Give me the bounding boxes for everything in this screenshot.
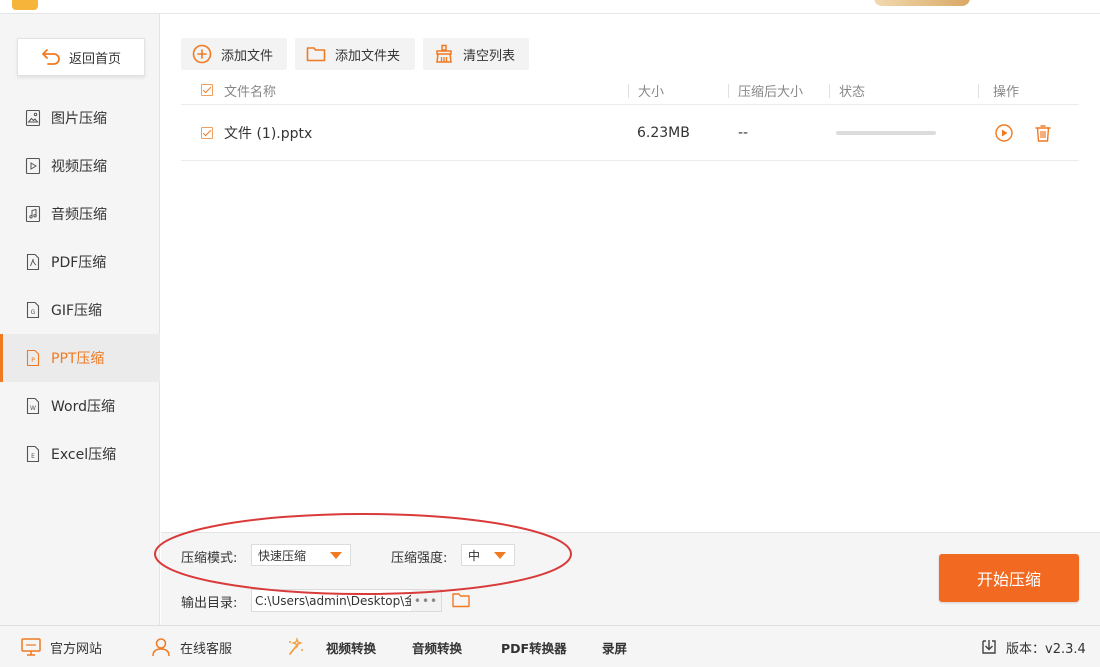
sidebar-item-gif[interactable]: G GIF压缩 (0, 286, 160, 334)
svg-text:E: E (31, 453, 35, 460)
sidebar: 返回首页 图片压缩 视频压缩 音频压缩 PDF压缩 G GIF压缩 P PPT压… (0, 14, 160, 625)
video-file-icon (25, 157, 41, 175)
column-actions: 操作 (993, 84, 1020, 100)
svg-text:W: W (30, 405, 36, 412)
screen-record-link[interactable]: 录屏 (602, 626, 627, 667)
browse-more-button[interactable]: ••• (411, 590, 441, 611)
start-compress-button[interactable]: 开始压缩 (939, 554, 1079, 602)
sidebar-item-label: 音频压缩 (51, 207, 107, 223)
excel-file-icon: E (26, 445, 40, 463)
folder-icon (306, 47, 326, 62)
column-size: 大小 (638, 84, 665, 100)
compressed-size: -- (738, 125, 749, 141)
output-label: 输出目录: (181, 596, 238, 611)
monitor-icon (21, 638, 41, 656)
online-support-label: 在线客服 (180, 641, 233, 657)
toolbar: 添加文件 添加文件夹 清空列表 (181, 38, 529, 70)
sidebar-item-excel[interactable]: E Excel压缩 (0, 430, 160, 478)
table-row: 文件 (1).pptx 6.23MB -- (181, 106, 1079, 161)
add-folder-label: 添加文件夹 (335, 48, 401, 64)
sidebar-item-label: Word压缩 (51, 399, 115, 415)
add-file-button[interactable]: 添加文件 (181, 38, 287, 70)
sidebar-menu: 图片压缩 视频压缩 音频压缩 PDF压缩 G GIF压缩 P PPT压缩 W W… (0, 94, 160, 478)
footer-bar: 官方网站 在线客服 视频转换 音频转换 PDF转换器 录屏 版本：v2.3.4 (0, 625, 1100, 667)
title-bar (0, 0, 1100, 14)
add-folder-button[interactable]: 添加文件夹 (295, 38, 415, 70)
mode-select[interactable]: 快速压缩 (251, 544, 351, 566)
svg-text:G: G (31, 309, 36, 316)
version-info[interactable]: 版本：v2.3.4 (980, 626, 1086, 667)
mode-value: 快速压缩 (258, 548, 307, 563)
back-home-button[interactable]: 返回首页 (17, 38, 145, 76)
audio-convert-link[interactable]: 音频转换 (412, 626, 462, 667)
table-header: 文件名称 大小 压缩后大小 状态 操作 (181, 76, 1079, 105)
compression-options: 压缩模式: 快速压缩 压缩强度: 中 输出目录: C:\Users\admin\… (161, 532, 1100, 625)
back-home-label: 返回首页 (68, 51, 121, 67)
word-file-icon: W (26, 397, 40, 415)
version-label: 版本：v2.3.4 (1006, 641, 1086, 657)
official-website-label: 官方网站 (50, 641, 103, 657)
online-support-link[interactable]: 在线客服 (150, 626, 232, 667)
file-size: 6.23MB (637, 125, 690, 141)
sidebar-item-ppt[interactable]: P PPT压缩 (0, 334, 160, 382)
start-item-button[interactable] (994, 106, 1014, 160)
sidebar-item-label: PDF压缩 (51, 255, 107, 271)
row-checkbox[interactable] (201, 106, 213, 160)
file-list-panel: 添加文件 添加文件夹 清空列表 文件名称 大小 压缩后大小 状态 操作 文件 (… (161, 14, 1100, 532)
sidebar-item-label: 视频压缩 (51, 159, 107, 175)
clear-list-label: 清空列表 (463, 48, 516, 64)
strength-label: 压缩强度: (391, 551, 448, 566)
audio-file-icon (25, 205, 41, 223)
column-name: 文件名称 (224, 84, 277, 100)
strength-value: 中 (468, 548, 481, 563)
sidebar-item-pdf[interactable]: PDF压缩 (0, 238, 160, 286)
play-circle-icon (995, 124, 1013, 142)
ppt-file-icon: P (26, 349, 40, 367)
delete-item-button[interactable] (1033, 106, 1053, 160)
sidebar-item-image[interactable]: 图片压缩 (0, 94, 160, 142)
pdf-file-icon (26, 253, 40, 271)
video-convert-link[interactable]: 视频转换 (326, 626, 376, 667)
sidebar-item-label: 图片压缩 (51, 111, 107, 127)
dropdown-arrow-icon (330, 552, 342, 559)
pdf-converter-link[interactable]: PDF转换器 (501, 626, 567, 667)
sidebar-item-label: PPT压缩 (51, 351, 105, 367)
sidebar-item-label: GIF压缩 (51, 303, 103, 319)
column-compressed-size: 压缩后大小 (738, 84, 804, 100)
trash-icon (1035, 125, 1051, 142)
sparkle-icon (289, 637, 303, 655)
output-path-field[interactable]: C:\Users\admin\Desktop\金 ••• (251, 589, 442, 612)
sidebar-item-video[interactable]: 视频压缩 (0, 142, 160, 190)
app-logo (12, 0, 38, 10)
vip-badge[interactable] (874, 0, 970, 6)
output-path-value: C:\Users\admin\Desktop\金 (255, 594, 417, 608)
return-arrow-icon (42, 49, 60, 65)
sidebar-item-audio[interactable]: 音频压缩 (0, 190, 160, 238)
status-progress (836, 106, 936, 160)
file-name: 文件 (1).pptx (224, 126, 313, 142)
dropdown-arrow-icon (494, 552, 506, 559)
gif-file-icon: G (26, 301, 40, 319)
sidebar-item-word[interactable]: W Word压缩 (0, 382, 160, 430)
broom-icon (436, 44, 452, 63)
image-file-icon (25, 109, 41, 127)
clear-list-button[interactable]: 清空列表 (423, 38, 529, 70)
svg-text:P: P (31, 357, 35, 364)
download-icon (982, 640, 996, 654)
select-all-checkbox[interactable] (201, 76, 213, 104)
official-website-link[interactable]: 官方网站 (20, 626, 102, 667)
open-folder-icon[interactable] (451, 590, 471, 610)
user-support-icon (152, 638, 170, 657)
add-file-label: 添加文件 (221, 48, 274, 64)
column-status: 状态 (839, 84, 866, 100)
plus-circle-icon (192, 44, 212, 64)
sidebar-item-label: Excel压缩 (51, 447, 117, 463)
mode-label: 压缩模式: (181, 551, 238, 566)
promo-icon-button[interactable] (284, 626, 306, 667)
strength-select[interactable]: 中 (461, 544, 515, 566)
